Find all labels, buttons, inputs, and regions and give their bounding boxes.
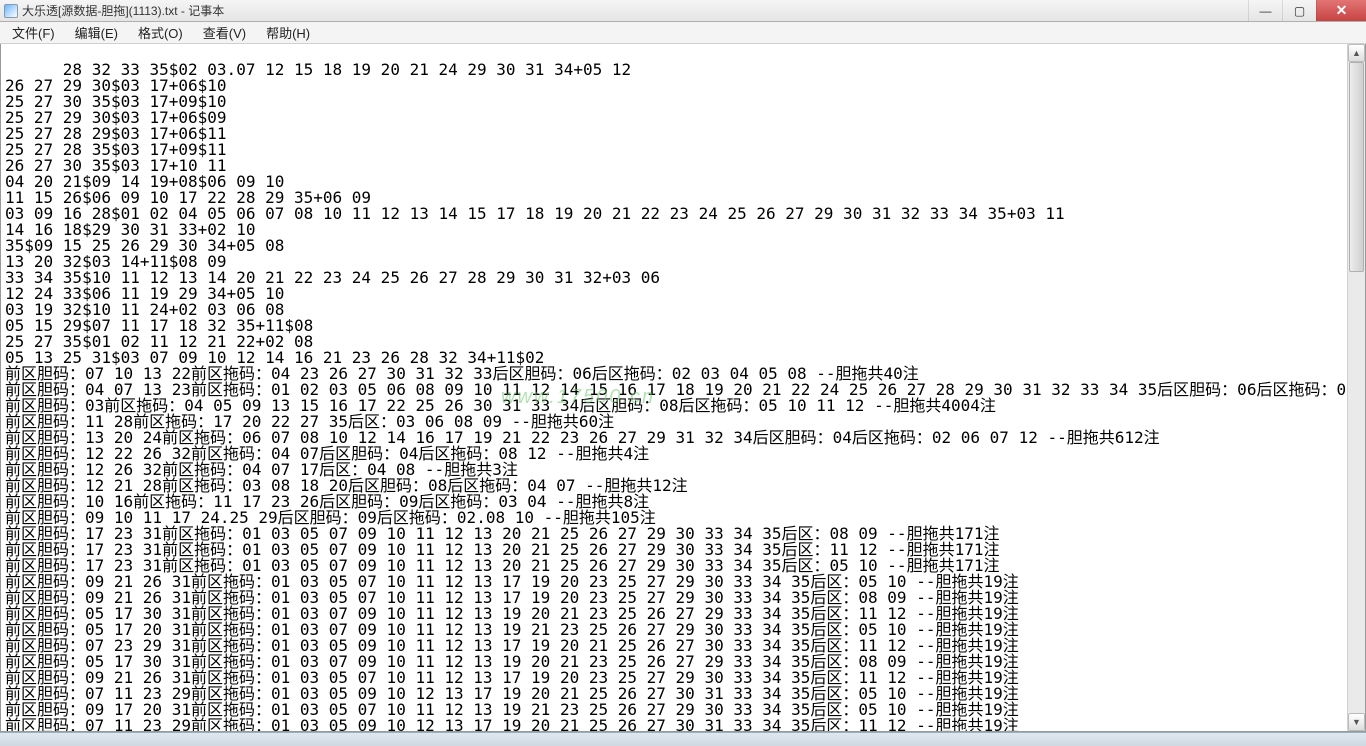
menu-edit[interactable]: 编辑(E) xyxy=(65,21,128,44)
scroll-track[interactable] xyxy=(1348,62,1365,713)
notepad-window: 大乐透[源数据-胆拖](1113).txt - 记事本 — ▢ ✕ 文件(F) … xyxy=(0,0,1366,746)
title-bar-left: 大乐透[源数据-胆拖](1113).txt - 记事本 xyxy=(4,2,224,19)
vertical-scrollbar[interactable]: ▲ ▼ xyxy=(1347,44,1365,731)
minimize-button[interactable]: — xyxy=(1248,0,1282,21)
menu-file[interactable]: 文件(F) xyxy=(2,21,65,44)
text-content[interactable]: 28 32 33 35$02 03.07 12 15 18 19 20 21 2… xyxy=(5,60,1347,731)
title-bar[interactable]: 大乐透[源数据-胆拖](1113).txt - 记事本 — ▢ ✕ xyxy=(0,0,1366,22)
close-button[interactable]: ✕ xyxy=(1316,0,1366,21)
menu-view[interactable]: 查看(V) xyxy=(193,21,256,44)
app-icon xyxy=(4,4,18,18)
menu-bar: 文件(F) 编辑(E) 格式(O) 查看(V) 帮助(H) xyxy=(0,22,1366,44)
scroll-thumb[interactable] xyxy=(1349,62,1364,272)
maximize-button[interactable]: ▢ xyxy=(1282,0,1316,21)
menu-help[interactable]: 帮助(H) xyxy=(256,21,320,44)
window-controls: — ▢ ✕ xyxy=(1248,0,1366,21)
window-title: 大乐透[源数据-胆拖](1113).txt - 记事本 xyxy=(22,2,224,19)
taskbar-sliver xyxy=(0,732,1366,746)
text-editor[interactable]: 28 32 33 35$02 03.07 12 15 18 19 20 21 2… xyxy=(1,44,1347,731)
menu-format[interactable]: 格式(O) xyxy=(128,21,193,44)
scroll-down-button[interactable]: ▼ xyxy=(1348,713,1365,731)
client-area: 28 32 33 35$02 03.07 12 15 18 19 20 21 2… xyxy=(0,44,1366,732)
scroll-up-button[interactable]: ▲ xyxy=(1348,44,1365,62)
